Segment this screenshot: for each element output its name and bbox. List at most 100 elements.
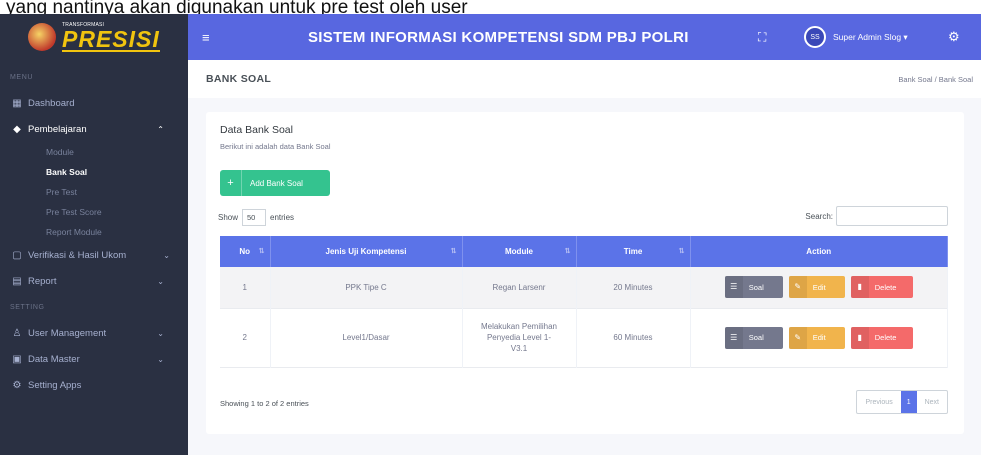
file-icon: ▤ xyxy=(12,275,22,287)
sidebar-item-label: Pembelajaran xyxy=(28,123,87,135)
entries-label: entries xyxy=(270,213,295,222)
sidebar-item-label: Verifikasi & Hasil Ukom xyxy=(28,249,127,261)
sidebar-subitem-report-module[interactable]: Report Module xyxy=(0,222,188,242)
soal-button[interactable]: ☰ Soal xyxy=(724,326,783,349)
edit-button[interactable]: ✎ Edit xyxy=(788,326,845,349)
list-icon: ☰ xyxy=(724,276,743,299)
page-length-select[interactable]: 50 xyxy=(242,209,267,226)
settings-gear-icon[interactable]: ⚙ xyxy=(948,29,960,45)
dashboard-icon: ▦ xyxy=(12,97,22,109)
logo-emblem-icon xyxy=(28,23,56,51)
sidebar-item-user-management[interactable]: ♙ User Management ⌄ xyxy=(0,320,188,346)
search-label: Search: xyxy=(805,211,833,221)
sidebar-item-label: Data Master xyxy=(28,353,80,365)
pagination: Previous 1 Next xyxy=(856,390,948,414)
cell-action: ☰ Soal ✎ Edit ▮ Delete xyxy=(690,267,948,308)
delete-button[interactable]: ▮ Delete xyxy=(850,326,913,349)
sidebar-subitem-pre-test[interactable]: Pre Test xyxy=(0,182,188,202)
search-control: Search: xyxy=(805,206,948,226)
sort-icon: ⇅ xyxy=(450,248,457,255)
page-title: BANK SOAL xyxy=(206,73,272,85)
cell-jenis: PPK Tipe C xyxy=(270,267,463,308)
add-bank-soal-button[interactable]: + Add Bank Soal xyxy=(220,170,330,196)
cell-module: Regan Larsenr xyxy=(462,267,577,308)
pencil-icon: ✎ xyxy=(788,276,807,299)
table-info: Showing 1 to 2 of 2 entries xyxy=(220,399,309,408)
trash-icon: ▮ xyxy=(850,276,869,299)
main-content: BANK SOAL Bank Soal / Bank Soal Data Ban… xyxy=(188,60,981,455)
cell-jenis: Level1/Dasar xyxy=(270,308,463,367)
sort-icon: ⇅ xyxy=(258,248,265,255)
topbar: ≡ SISTEM INFORMASI KOMPETENSI SDM PBJ PO… xyxy=(188,14,981,60)
edit-button[interactable]: ✎ Edit xyxy=(788,276,845,299)
menu-section-title: MENU xyxy=(10,74,34,81)
logo[interactable]: TRANSFORMASI PRESISI xyxy=(0,14,188,60)
graduation-cap-icon: ◆ xyxy=(13,123,21,135)
sidebar-item-label: Report xyxy=(28,275,57,287)
chevron-down-icon: ⌄ xyxy=(157,354,164,364)
previous-page-button[interactable]: Previous xyxy=(857,391,900,413)
column-header-action: Action xyxy=(690,236,948,267)
sort-icon: ⇅ xyxy=(678,248,685,255)
bank-soal-table: No ⇅ Jenis Uji Kompetensi ⇅ Module ⇅ Time ⇅ … xyxy=(220,236,948,368)
sidebar-subitem-bank-soal[interactable]: Bank Soal xyxy=(0,162,188,182)
sidebar-item-setting-apps[interactable]: ⚙ Setting Apps xyxy=(0,372,188,398)
column-header-time[interactable]: Time ⇅ xyxy=(576,236,691,267)
app-window: TRANSFORMASI PRESISI MENU ▦ Dashboard ◆ … xyxy=(0,14,981,455)
sort-icon: ⇅ xyxy=(564,248,571,255)
table-row: 1 PPK Tipe C Regan Larsenr 20 Minutes ☰ S… xyxy=(220,267,948,308)
sidebar-item-label: Setting Apps xyxy=(28,379,82,391)
sidebar-item-data-master[interactable]: ▣ Data Master ⌄ xyxy=(0,346,188,372)
delete-button[interactable]: ▮ Delete xyxy=(850,276,913,299)
fullscreen-icon[interactable]: ⛶ xyxy=(758,30,766,45)
chevron-down-icon: ⌄ xyxy=(157,276,164,286)
sidebar-subitem-pre-test-score[interactable]: Pre Test Score xyxy=(0,202,188,222)
plus-icon: + xyxy=(220,170,242,196)
database-icon: ▣ xyxy=(12,353,22,365)
cell-module: Melakukan Pemilihan Penyedia Level 1-V3.… xyxy=(462,308,577,367)
sidebar: TRANSFORMASI PRESISI MENU ▦ Dashboard ◆ … xyxy=(0,14,188,455)
add-button-label: Add Bank Soal xyxy=(250,178,303,188)
avatar[interactable]: SS xyxy=(804,26,826,48)
sidebar-item-pembelajaran[interactable]: ◆ Pembelajaran ⌃ xyxy=(0,116,188,142)
user-menu-dropdown[interactable]: Super Admin Slog ▾ xyxy=(833,32,908,43)
user-icon: ♙ xyxy=(12,327,22,339)
chevron-up-icon: ⌃ xyxy=(157,124,164,134)
system-title: SISTEM INFORMASI KOMPETENSI SDM PBJ POLR… xyxy=(308,28,689,46)
sidebar-subitem-module[interactable]: Module xyxy=(0,142,188,162)
trash-icon: ▮ xyxy=(850,326,869,349)
table-row: 2 Level1/Dasar Melakukan Pemilihan Penye… xyxy=(220,308,948,367)
sidebar-item-verifikasi[interactable]: ▢ Verifikasi & Hasil Ukom ⌄ xyxy=(0,242,188,268)
next-page-button[interactable]: Next xyxy=(917,391,947,413)
show-label: Show xyxy=(218,213,239,222)
cell-no: 2 xyxy=(220,308,271,367)
cell-time: 20 Minutes xyxy=(576,267,691,308)
column-header-jenis[interactable]: Jenis Uji Kompetensi ⇅ xyxy=(270,236,463,267)
page-1-button[interactable]: 1 xyxy=(900,391,917,413)
breadcrumb: Bank Soal / Bank Soal xyxy=(898,74,973,84)
gear-icon: ⚙ xyxy=(12,379,22,391)
sidebar-item-report[interactable]: ▤ Report ⌄ xyxy=(0,268,188,294)
sidebar-item-dashboard[interactable]: ▦ Dashboard xyxy=(0,90,188,116)
hamburger-menu-icon[interactable]: ≡ xyxy=(202,30,216,45)
soal-button[interactable]: ☰ Soal xyxy=(724,276,783,299)
cell-action: ☰ Soal ✎ Edit ▮ Delete xyxy=(690,308,948,367)
page-header: BANK SOAL Bank Soal / Bank Soal xyxy=(188,60,981,98)
cell-no: 1 xyxy=(220,267,271,308)
sidebar-item-label: Dashboard xyxy=(28,97,75,109)
search-input[interactable] xyxy=(836,206,948,226)
cell-time: 60 Minutes xyxy=(576,308,691,367)
bank-soal-card: Data Bank Soal Berikut ini adalah data B… xyxy=(206,112,964,434)
logo-presisi-text: PRESISI xyxy=(62,26,160,52)
pencil-icon: ✎ xyxy=(788,326,807,349)
document-icon: ▢ xyxy=(12,249,22,261)
chevron-down-icon: ⌄ xyxy=(157,328,164,338)
sidebar-item-label: User Management xyxy=(28,327,107,339)
column-header-no[interactable]: No ⇅ xyxy=(220,236,271,267)
setting-section-title: SETTING xyxy=(10,304,45,311)
chevron-down-icon: ⌄ xyxy=(163,250,170,260)
page-length-control: Show 50 entries xyxy=(218,209,294,226)
column-header-module[interactable]: Module ⇅ xyxy=(462,236,577,267)
card-subtitle: Berikut ini adalah data Bank Soal xyxy=(220,142,331,151)
card-title: Data Bank Soal xyxy=(220,124,293,136)
